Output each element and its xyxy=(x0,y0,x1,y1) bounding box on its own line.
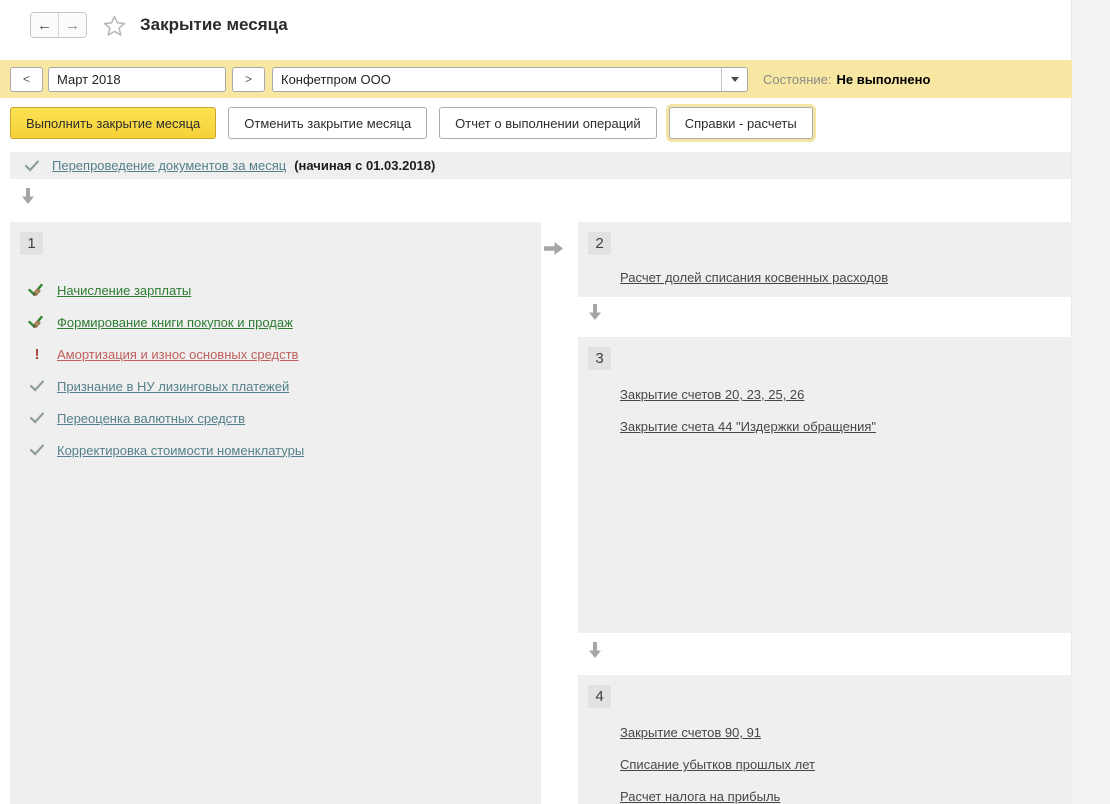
status-label: Состояние: xyxy=(763,72,831,87)
next-period-button[interactable]: > xyxy=(232,67,265,92)
stage-1-panel: 1 Начисление зарплаты Формирование книги… xyxy=(10,222,541,804)
operation-row: Формирование книги покупок и продаж xyxy=(28,312,293,332)
closing-status: Состояние: Не выполнено xyxy=(763,72,930,87)
flow-down-arrow xyxy=(589,304,601,320)
page-title: Закрытие месяца xyxy=(140,15,288,35)
check-pencil-icon xyxy=(28,315,46,330)
operation-link[interactable]: Корректировка стоимости номенклатуры xyxy=(57,443,304,458)
operations-report-button[interactable]: Отчет о выполнении операций xyxy=(439,107,657,139)
operation-link[interactable]: Амортизация и износ основных средств xyxy=(57,347,298,362)
check-icon xyxy=(23,160,41,172)
operation-link[interactable]: Расчет долей списания косвенных расходов xyxy=(620,270,888,285)
operation-link[interactable]: Списание убытков прошлых лет xyxy=(620,757,815,772)
stage-3-panel: 3 Закрытие счетов 20, 23, 25, 26 Закрыти… xyxy=(578,337,1072,633)
back-arrow-icon: ← xyxy=(37,17,52,34)
operation-link[interactable]: Закрытие счетов 20, 23, 25, 26 xyxy=(620,387,804,402)
stage-number: 1 xyxy=(20,232,43,255)
right-gutter xyxy=(1071,0,1110,804)
reposting-strip: Перепроведение документов за месяц (начи… xyxy=(10,152,1071,179)
operation-link[interactable]: Расчет налога на прибыль xyxy=(620,789,780,804)
actions-toolbar: Выполнить закрытие месяца Отменить закры… xyxy=(10,107,813,139)
status-value: Не выполнено xyxy=(836,72,930,87)
operation-row: Начисление зарплаты xyxy=(28,280,191,300)
operation-link[interactable]: Закрытие счетов 90, 91 xyxy=(620,725,761,740)
operation-row: ! Амортизация и износ основных средств xyxy=(28,344,298,364)
flow-right-arrow xyxy=(544,242,563,255)
operation-link[interactable]: Формирование книги покупок и продаж xyxy=(57,315,293,330)
check-icon xyxy=(28,380,46,392)
check-icon xyxy=(28,412,46,424)
organization-field xyxy=(272,67,748,92)
period-field: ... xyxy=(48,67,226,92)
operation-link[interactable]: Признание в НУ лизинговых платежей xyxy=(57,379,289,394)
stage-number: 3 xyxy=(588,347,611,370)
operation-row: Корректировка стоимости номенклатуры xyxy=(28,440,304,460)
reposting-link[interactable]: Перепроведение документов за месяц xyxy=(52,158,286,173)
stage-number: 4 xyxy=(588,685,611,708)
organization-input[interactable] xyxy=(273,68,721,91)
error-exclamation-icon: ! xyxy=(28,347,46,362)
operation-link[interactable]: Закрытие счета 44 "Издержки обращения" xyxy=(620,419,876,434)
favorite-button[interactable] xyxy=(103,14,126,37)
reposting-start-date: (начиная с 01.03.2018) xyxy=(294,158,435,173)
forward-button[interactable]: → xyxy=(59,13,86,37)
organization-dropdown-button[interactable] xyxy=(721,68,747,91)
flow-down-arrow xyxy=(22,188,34,204)
cancel-month-closing-button[interactable]: Отменить закрытие месяца xyxy=(228,107,427,139)
check-icon xyxy=(28,444,46,456)
run-month-closing-button[interactable]: Выполнить закрытие месяца xyxy=(10,107,216,139)
calculation-references-button[interactable]: Справки - расчеты xyxy=(669,107,813,139)
star-icon xyxy=(103,14,126,37)
period-input[interactable] xyxy=(49,68,226,91)
stage-2-panel: 2 Расчет долей списания косвенных расход… xyxy=(578,222,1072,297)
stage-4-panel: 4 Закрытие счетов 90, 91 Списание убытко… xyxy=(578,675,1072,804)
previous-period-button[interactable]: < xyxy=(10,67,43,92)
period-toolbar: < ... > Состояние: Не выполнено xyxy=(0,60,1072,98)
flow-down-arrow xyxy=(589,642,601,658)
operation-row: Переоценка валютных средств xyxy=(28,408,245,428)
header: ← → Закрытие месяца xyxy=(30,11,288,39)
forward-arrow-icon: → xyxy=(65,17,80,34)
history-nav-group: ← → xyxy=(30,12,87,38)
month-closing-window: ← → Закрытие месяца < ... > Состояние: Не… xyxy=(0,0,1110,804)
back-button[interactable]: ← xyxy=(31,13,59,37)
check-pencil-icon xyxy=(28,283,46,298)
operation-link[interactable]: Переоценка валютных средств xyxy=(57,411,245,426)
stage-number: 2 xyxy=(588,232,611,255)
operation-link[interactable]: Начисление зарплаты xyxy=(57,283,191,298)
operation-row: Признание в НУ лизинговых платежей xyxy=(28,376,289,396)
caret-down-icon xyxy=(731,77,739,82)
